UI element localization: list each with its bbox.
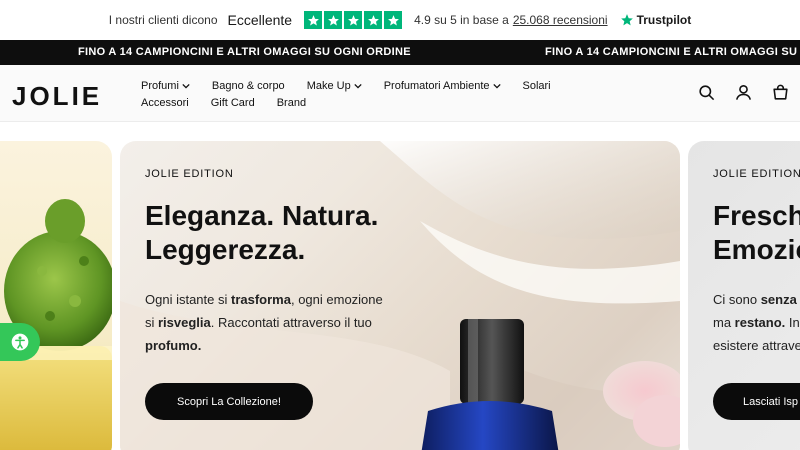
- hero-slide-active[interactable]: JOLIE EDITION Eleganza. Natura. Leggerez…: [120, 141, 680, 450]
- text-emphasis: trasforma: [231, 292, 291, 307]
- jolie-logo[interactable]: JOLIE: [12, 81, 102, 112]
- nav-item-accessori[interactable]: Accessori: [141, 97, 189, 109]
- nav-item-label: Profumi: [141, 80, 179, 92]
- trustpilot-clients-label: I nostri clienti dicono: [108, 13, 218, 27]
- nav-item-label: Solari: [522, 80, 551, 92]
- announcement-text-repeat: FINO A 14 CAMPIONCINI E ALTRI OMAGGI SU …: [545, 46, 800, 58]
- nav-item-solari[interactable]: Solari: [523, 80, 551, 92]
- trustpilot-rating-word: Eccellente: [227, 12, 293, 28]
- nav-row-secondary: Accessori Gift Card Brand: [141, 95, 641, 111]
- nav-item-label: Brand: [276, 97, 307, 109]
- nav-item-label: Gift Card: [210, 97, 255, 109]
- text-run: . Raccontati attraverso il tuo: [210, 315, 372, 330]
- accessibility-button[interactable]: [0, 323, 40, 361]
- nav-item-bagno-corpo[interactable]: Bagno & corpo: [212, 80, 285, 92]
- hero-slide-previous[interactable]: [0, 141, 112, 450]
- text-run: si: [145, 315, 158, 330]
- chevron-down-icon: [182, 83, 190, 89]
- main-nav: Profumi Bagno & corpo Make Up Profumator…: [141, 78, 641, 112]
- discover-collection-button[interactable]: Scopri La Collezione!: [145, 383, 313, 420]
- nav-row-primary: Profumi Bagno & corpo Make Up Profumator…: [141, 78, 641, 94]
- slide-headline: Fresch Emozio: [713, 199, 800, 267]
- star-icon: [324, 11, 343, 29]
- hero-slide-next[interactable]: JOLIE EDITION Fresch Emozio Ci sono senz…: [688, 141, 800, 450]
- bergamot-image: [0, 199, 112, 450]
- nav-item-label: Accessori: [141, 97, 189, 109]
- text-emphasis: profumo.: [145, 338, 202, 353]
- accessibility-icon: [11, 333, 29, 351]
- announcement-bar: FINO A 14 CAMPIONCINI E ALTRI OMAGGI SU …: [0, 40, 800, 65]
- nav-item-gift-card[interactable]: Gift Card: [211, 97, 255, 109]
- chevron-down-icon: [492, 83, 501, 89]
- slide-description: Ci sono senza ma restano. In esistere at…: [713, 288, 800, 357]
- trustpilot-logo[interactable]: Trustpilot: [620, 13, 692, 27]
- slide-description: Ogni istante si trasforma, ogni emozione…: [145, 288, 415, 357]
- slide-headline-line-1: Eleganza. Natura.: [145, 200, 379, 231]
- text-run: esistere attrave: [713, 338, 800, 353]
- trustpilot-star-icon: [620, 14, 633, 26]
- star-icon: [304, 11, 323, 29]
- slide-headline-line-2: Leggerezza.: [145, 234, 306, 265]
- text-run: In: [785, 315, 800, 330]
- cart-icon[interactable]: [771, 83, 790, 102]
- slide-headline-line-1: Fresch: [713, 200, 800, 231]
- text-emphasis: senza: [760, 292, 797, 307]
- star-icon: [344, 11, 363, 29]
- trustpilot-reviews-link[interactable]: 25.068 recensioni: [513, 13, 608, 27]
- nav-item-profumatori-ambiente[interactable]: Profumatori Ambiente: [384, 80, 501, 92]
- nav-item-label: Make Up: [306, 80, 351, 92]
- header-actions: [697, 83, 790, 102]
- text-run: ma: [713, 315, 735, 330]
- nav-item-label: Profumatori Ambiente: [383, 80, 490, 92]
- account-icon[interactable]: [734, 83, 753, 102]
- star-icon: [364, 11, 383, 29]
- get-inspired-button[interactable]: Lasciati Isp: [713, 383, 800, 420]
- announcement-text: FINO A 14 CAMPIONCINI E ALTRI OMAGGI SU …: [78, 46, 411, 58]
- text-run: Ci sono: [713, 292, 761, 307]
- text-emphasis: restano.: [734, 315, 786, 330]
- chevron-down-icon: [354, 83, 362, 89]
- hero-carousel[interactable]: JOLIE EDITION Eleganza. Natura. Leggerez…: [0, 141, 800, 450]
- text-emphasis: risveglia: [158, 315, 211, 330]
- search-icon[interactable]: [697, 83, 716, 102]
- trustpilot-brand: Trustpilot: [636, 13, 692, 27]
- slide-edition-label: JOLIE EDITION: [145, 168, 234, 180]
- nav-item-brand[interactable]: Brand: [277, 97, 306, 109]
- nav-item-label: Bagno & corpo: [211, 80, 285, 92]
- trustpilot-score: 4.9 su 5 in base a: [414, 13, 509, 27]
- nav-item-make-up[interactable]: Make Up: [307, 80, 362, 92]
- trustpilot-stars: [304, 11, 403, 29]
- text-run: Ogni istante si: [145, 292, 231, 307]
- nav-item-profumi[interactable]: Profumi: [141, 80, 190, 92]
- site-header: JOLIE Profumi Bagno & corpo Make Up Prof…: [0, 65, 800, 122]
- slide-headline: Eleganza. Natura. Leggerezza.: [145, 199, 378, 267]
- star-icon: [384, 11, 403, 29]
- slide-edition-label: JOLIE EDITION: [713, 168, 800, 180]
- text-run: , ogni emozione: [290, 292, 383, 307]
- slide-headline-line-2: Emozio: [713, 234, 800, 265]
- trustpilot-bar[interactable]: I nostri clienti dicono Eccellente 4.9 s…: [0, 0, 800, 40]
